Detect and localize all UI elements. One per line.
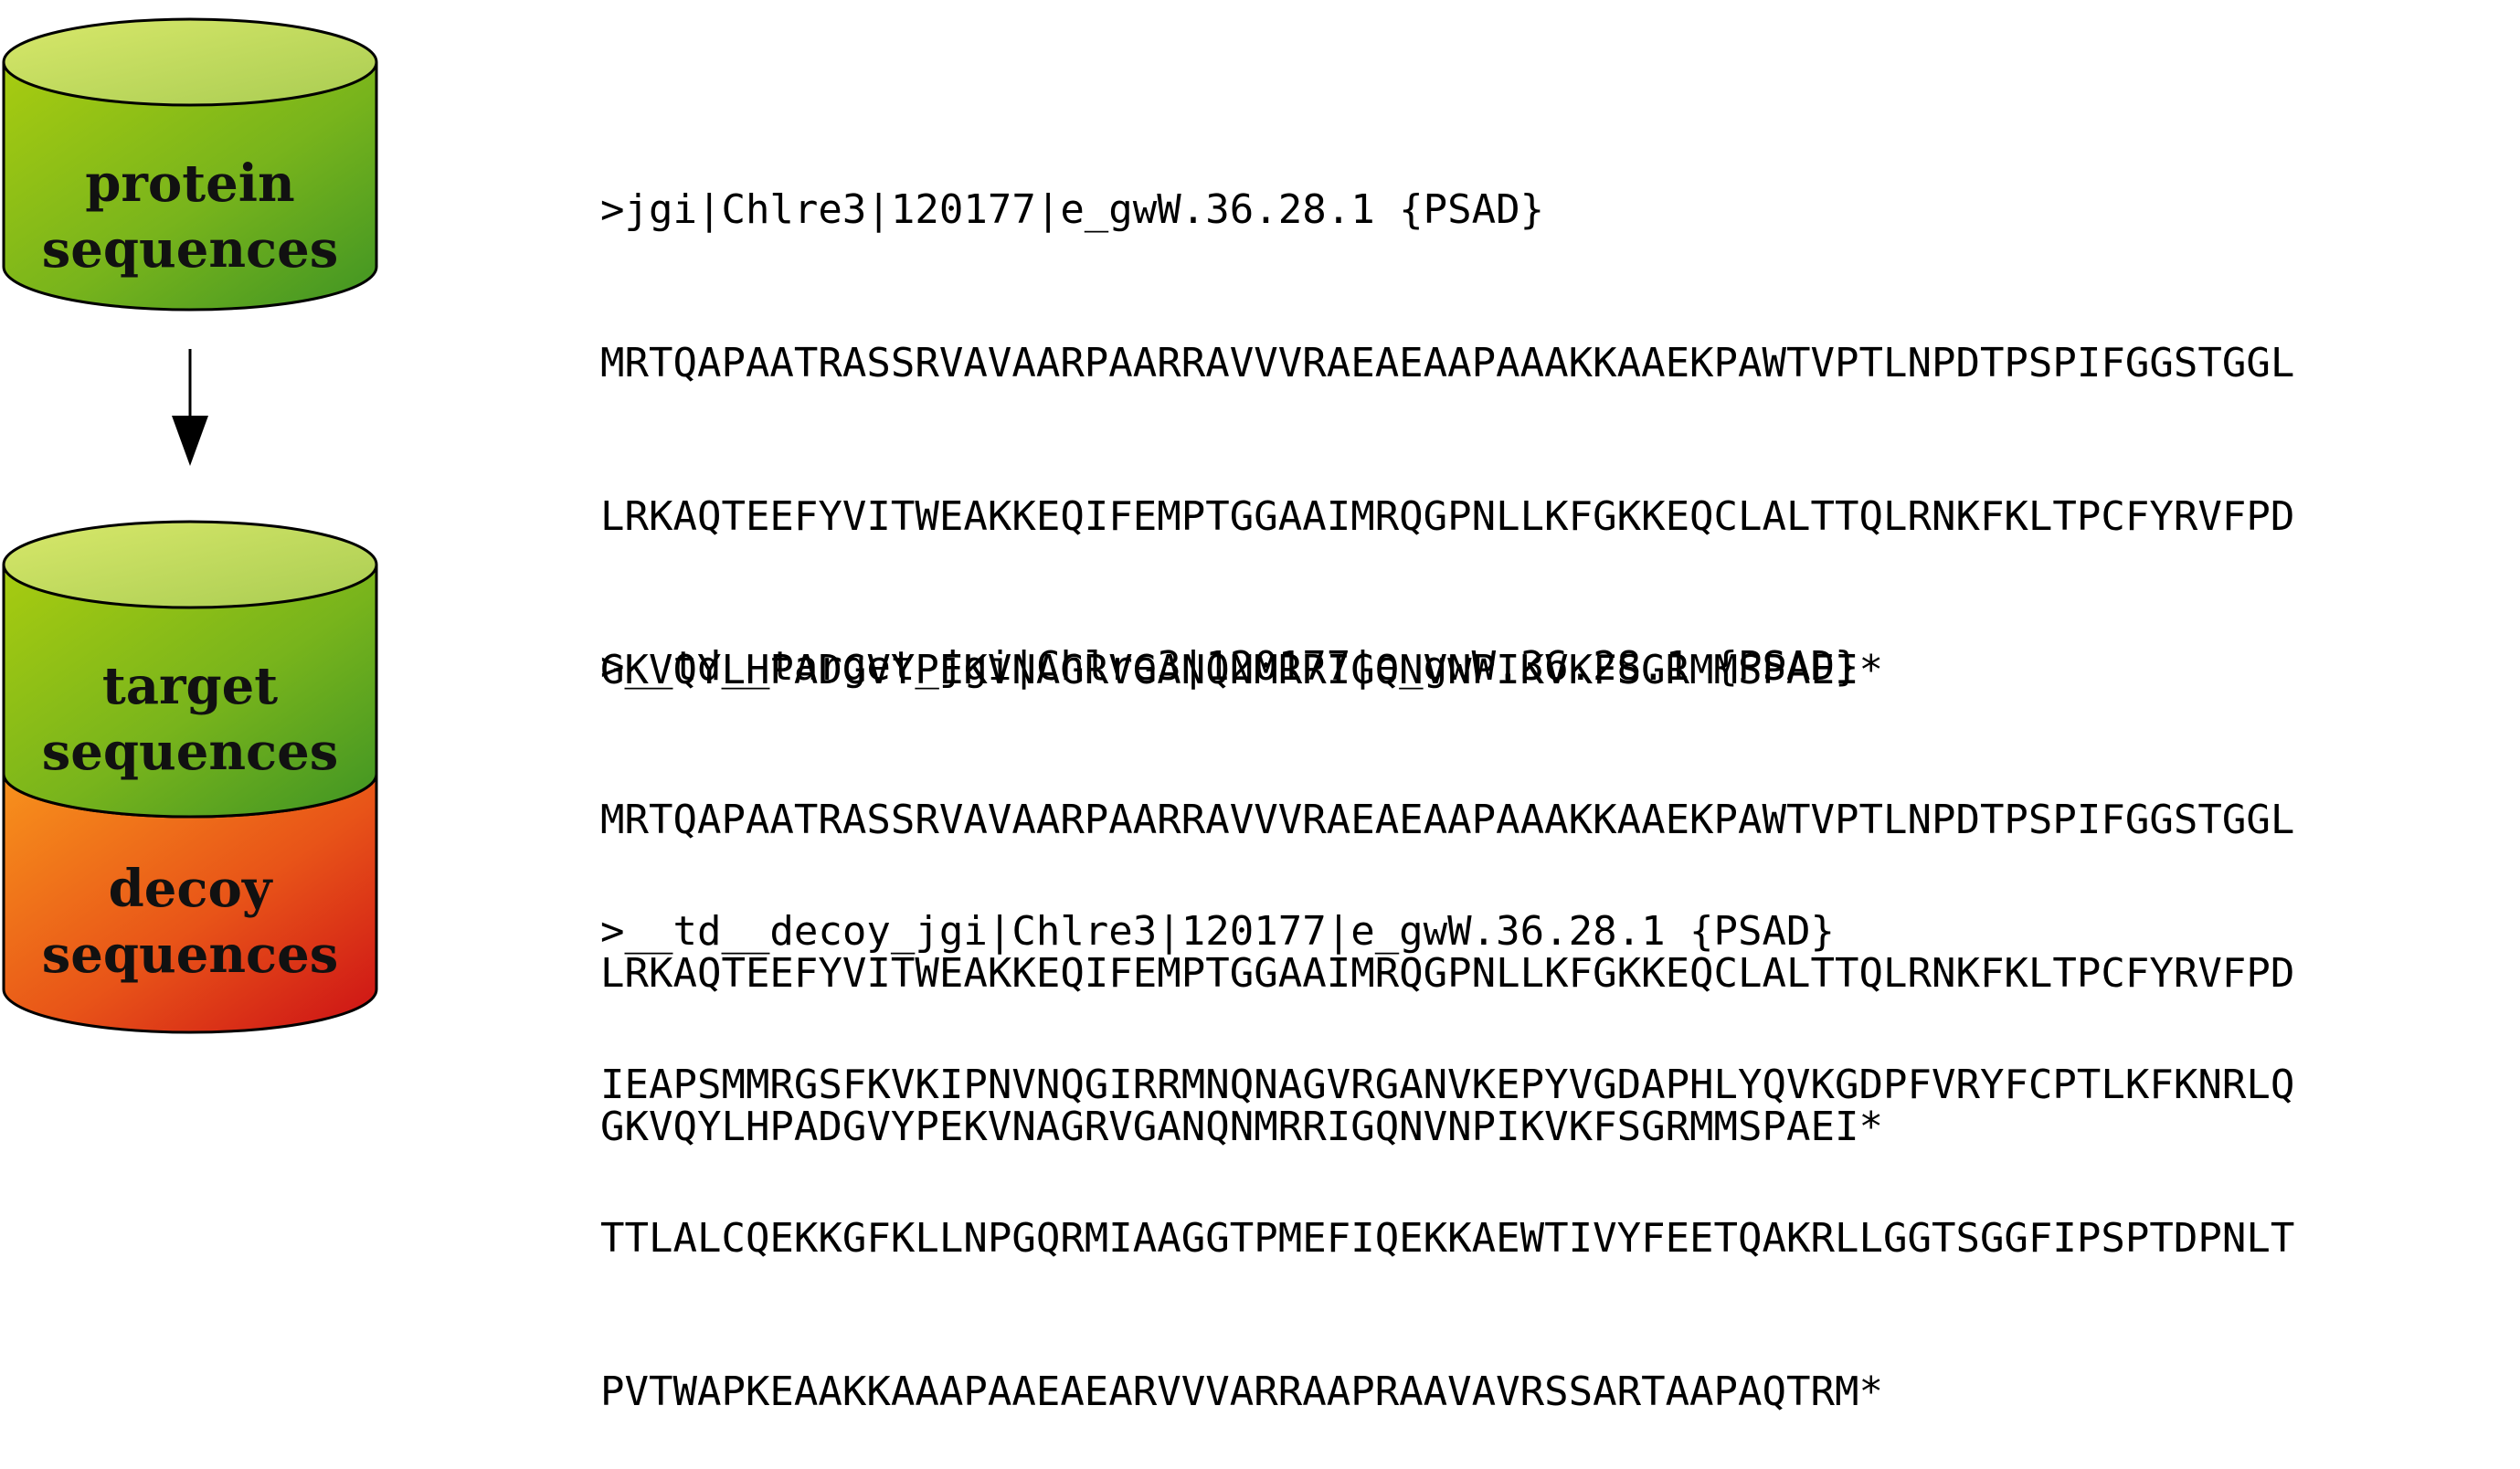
fasta-header: >__td__decoy_jgi|Chlre3|120177|e_gwW.36.…: [600, 908, 1836, 955]
sequence-line: LRKAQTEEFYVITWEAKKEQIFEMPTGGAAIMRQGPNLLK…: [600, 493, 2295, 540]
sequence-line: PVTWAPKEAAKKAAAPAAEAEARVVVARRAAPRAAVAVRS…: [600, 1369, 1883, 1415]
sequence-line: MRTQAPAATRASSRVAVAARPAARRAVVVRAEAEAAPAAA…: [600, 340, 2295, 386]
fasta-header: >__td__target_jgi|Chlre3|120177|e_gwW.36…: [600, 643, 1859, 690]
decoy-db-label-line1: decoy: [109, 859, 273, 919]
sequence-line: TTLALCQEKKGFKLLNPGQRMIAAGGTPMEFIQEKKAEWT…: [600, 1215, 2295, 1262]
decoy-fasta-record: >__td__decoy_jgi|Chlre3|120177|e_gwW.36.…: [600, 804, 2294, 1469]
fasta-header: >jgi|Chlre3|120177|e_gwW.36.28.1 {PSAD}: [600, 186, 1545, 233]
decoy-db-label-line2: sequences: [42, 925, 339, 985]
protein-db-label-line2: sequences: [42, 219, 339, 280]
sequence-line: IEAPSMMRGSFKVKIPNVNQGIRRMNQNAGVRGANVKEPY…: [600, 1062, 2295, 1108]
target-db-top: [2, 520, 378, 609]
protein-sequences-database: protein sequences: [2, 17, 378, 312]
arrow-head: [172, 416, 208, 466]
target-db-label-line2: sequences: [42, 722, 339, 782]
flow-arrow: [172, 349, 208, 466]
protein-db-label-line1: protein: [85, 153, 295, 214]
target-decoy-database: target sequences decoy sequences: [2, 520, 378, 1034]
target-db-label-line1: target: [102, 656, 278, 716]
protein-db-top: [2, 17, 378, 107]
